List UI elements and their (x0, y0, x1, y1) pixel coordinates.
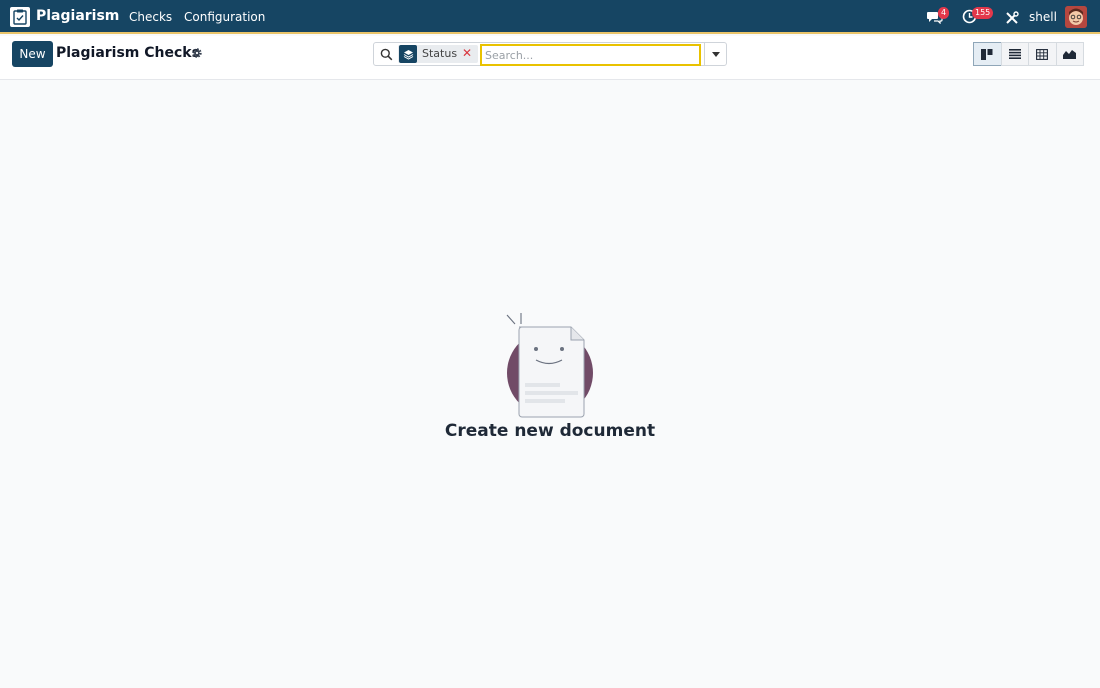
app-icon[interactable] (10, 7, 30, 27)
graph-view-button[interactable] (1055, 42, 1084, 66)
debug-button[interactable] (1005, 10, 1020, 25)
messages-badge: 4 (938, 7, 950, 19)
new-button[interactable]: New (12, 41, 53, 67)
tools-icon (1006, 11, 1019, 24)
control-panel: New Plagiarism Checks Status ✕ (0, 36, 1100, 80)
kanban-icon (981, 48, 993, 60)
close-icon[interactable]: ✕ (462, 46, 472, 60)
empty-state-title: Create new document (444, 421, 656, 441)
top-navbar: Plagiarism Checks Configuration 4 155 sh… (0, 0, 1100, 34)
kanban-view-button[interactable] (973, 42, 1002, 66)
facet-label: Status (422, 47, 458, 60)
search-input[interactable] (480, 44, 701, 66)
user-avatar-icon (1065, 6, 1087, 28)
list-icon (1008, 49, 1021, 59)
graph-icon (1063, 50, 1077, 59)
avatar[interactable] (1065, 6, 1087, 28)
caret-down-icon (712, 51, 720, 57)
pivot-view-button[interactable] (1028, 42, 1057, 66)
pivot-icon (1036, 48, 1049, 60)
user-name[interactable]: shell (1029, 10, 1057, 24)
gear-icon[interactable] (191, 47, 203, 59)
menu-configuration[interactable]: Configuration (184, 10, 265, 24)
activities-badge: 155 (972, 7, 994, 19)
menu-checks[interactable]: Checks (129, 10, 172, 24)
layers-icon (399, 45, 417, 63)
page-title: Plagiarism Checks (56, 45, 200, 61)
search-panel: Status ✕ (373, 42, 727, 66)
empty-document-illustration (506, 313, 593, 418)
search-options-toggle[interactable] (704, 43, 727, 65)
list-view-button[interactable] (1000, 42, 1029, 66)
search-facet-status: Status ✕ (398, 45, 478, 63)
view-switcher (973, 42, 1084, 66)
app-name[interactable]: Plagiarism (36, 8, 119, 24)
search-icon[interactable] (380, 48, 393, 61)
clipboard-check-icon (13, 9, 27, 25)
